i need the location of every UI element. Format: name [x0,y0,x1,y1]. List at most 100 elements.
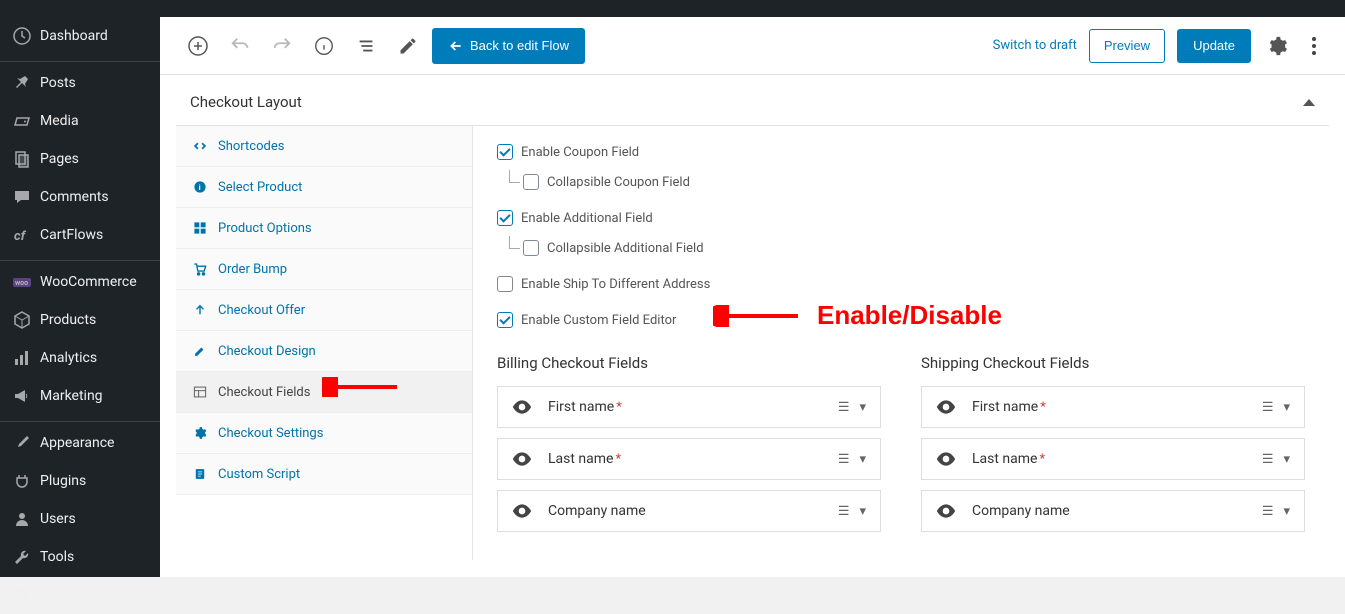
sidebar-item-comments[interactable]: Comments [0,178,160,216]
field-row[interactable]: Last name* ☰▾ [921,438,1305,480]
brush-icon [12,433,32,453]
sidebar-item-tools[interactable]: Tools [0,538,160,576]
sidebar-item-woocommerce[interactable]: woo WooCommerce [0,263,160,301]
update-button[interactable]: Update [1177,29,1251,63]
undo-button[interactable] [222,28,258,64]
slider-icon [12,585,32,605]
checkbox-collapsible-coupon[interactable] [523,174,539,190]
more-menu-button[interactable] [1303,37,1325,55]
sidebar-label: WooCommerce [40,274,137,290]
add-block-button[interactable] [180,28,216,64]
redo-button[interactable] [264,28,300,64]
preview-button[interactable]: Preview [1089,29,1165,63]
sidebar-item-analytics[interactable]: Analytics [0,339,160,377]
sidebar-item-products[interactable]: Products [0,301,160,339]
panel-title: Checkout Layout [190,93,302,111]
checkbox-label: Enable Custom Field Editor [521,313,676,328]
sidebar-item-cartflows[interactable]: cf CartFlows [0,216,160,254]
field-row[interactable]: First name* ☰▾ [921,386,1305,428]
subtabs: Shortcodes i Select Product Product Opti… [176,126,473,560]
eye-icon[interactable] [936,452,958,466]
menu-icon[interactable]: ☰ [838,400,850,415]
row-enable-additional: Enable Additional Field [497,210,1305,226]
field-label: Last name [972,451,1037,467]
subtab-order-bump[interactable]: Order Bump [176,249,472,290]
menu-icon[interactable]: ☰ [838,504,850,519]
subtab-checkout-offer[interactable]: Checkout Offer [176,290,472,331]
panel-header[interactable]: Checkout Layout [176,75,1329,125]
checkbox-collapsible-additional[interactable] [523,240,539,256]
eye-icon[interactable] [936,504,958,518]
sidebar-item-marketing[interactable]: Marketing [0,377,160,415]
editor-toolbar: Back to edit Flow Switch to draft Previe… [160,17,1345,75]
field-row[interactable]: Company name ☰▾ [497,490,881,532]
shipping-title: Shipping Checkout Fields [921,354,1305,372]
chevron-down-icon[interactable]: ▾ [859,504,866,519]
sidebar-item-pages[interactable]: Pages [0,140,160,178]
info-button[interactable] [306,28,342,64]
code-icon [192,138,208,154]
sidebar-item-posts[interactable]: Posts [0,64,160,102]
sidebar-item-dashboard[interactable]: Dashboard [0,17,160,55]
menu-icon[interactable]: ☰ [1262,400,1274,415]
cart-icon [192,261,208,277]
subtab-checkout-design[interactable]: Checkout Design [176,331,472,372]
row-custom-editor: Enable Custom Field Editor [497,312,1305,328]
field-row[interactable]: Last name* ☰▾ [497,438,881,480]
subtab-custom-script[interactable]: Custom Script [176,454,472,495]
back-button-label: Back to edit Flow [470,38,569,53]
edit-button[interactable] [390,28,426,64]
doc-icon [192,466,208,482]
gear-icon [192,425,208,441]
outline-button[interactable] [348,28,384,64]
sidebar-item-appearance[interactable]: Appearance [0,424,160,462]
main-content: Back to edit Flow Switch to draft Previe… [160,17,1345,577]
grid-icon [192,220,208,236]
field-label: Last name [548,451,613,467]
chevron-down-icon[interactable]: ▾ [1283,452,1290,467]
eye-icon[interactable] [936,400,958,414]
eye-icon[interactable] [512,452,534,466]
subtab-product-options[interactable]: Product Options [176,208,472,249]
menu-icon[interactable]: ☰ [1262,452,1274,467]
chevron-down-icon[interactable]: ▾ [859,452,866,467]
cartflows-icon: cf [12,225,32,245]
checkbox-enable-additional[interactable] [497,210,513,226]
checkbox-custom-editor[interactable] [497,312,513,328]
switch-to-draft-link[interactable]: Switch to draft [993,38,1077,53]
checkbox-ship-different[interactable] [497,276,513,292]
checkbox-enable-coupon[interactable] [497,144,513,160]
subtab-checkout-fields[interactable]: Checkout Fields [176,372,472,413]
field-row[interactable]: Company name ☰▾ [921,490,1305,532]
checkbox-label: Enable Additional Field [521,211,653,226]
eye-icon[interactable] [512,400,534,414]
chevron-down-icon[interactable]: ▾ [1283,504,1290,519]
subtab-shortcodes[interactable]: Shortcodes [176,126,472,167]
sidebar-label: Tools [40,549,74,565]
menu-icon[interactable]: ☰ [838,452,850,467]
subtab-label: Checkout Settings [218,426,323,441]
back-button[interactable]: Back to edit Flow [432,28,585,64]
settings-button[interactable] [1263,32,1291,60]
subtab-label: Checkout Offer [218,303,305,318]
sidebar-item-users[interactable]: Users [0,500,160,538]
subtab-label: Select Product [218,180,302,195]
subtab-checkout-settings[interactable]: Checkout Settings [176,413,472,454]
sidebar-label: Appearance [40,435,114,451]
menu-icon[interactable]: ☰ [1262,504,1274,519]
sidebar-label: Analytics [40,350,97,366]
plug-icon [12,471,32,491]
subtab-select-product[interactable]: i Select Product [176,167,472,208]
arrow-left-icon [448,38,464,54]
collapse-icon [1303,99,1315,106]
chevron-down-icon[interactable]: ▾ [1283,400,1290,415]
eye-icon[interactable] [512,504,534,518]
field-row[interactable]: First name* ☰▾ [497,386,881,428]
sidebar-item-settings[interactable]: Settings [0,576,160,614]
row-collapsible-coupon: Collapsible Coupon Field [523,174,1305,190]
sidebar-item-media[interactable]: Media [0,102,160,140]
wrench-icon [12,547,32,567]
chevron-down-icon[interactable]: ▾ [859,400,866,415]
sidebar-item-plugins[interactable]: Plugins [0,462,160,500]
subtab-label: Shortcodes [218,139,284,154]
